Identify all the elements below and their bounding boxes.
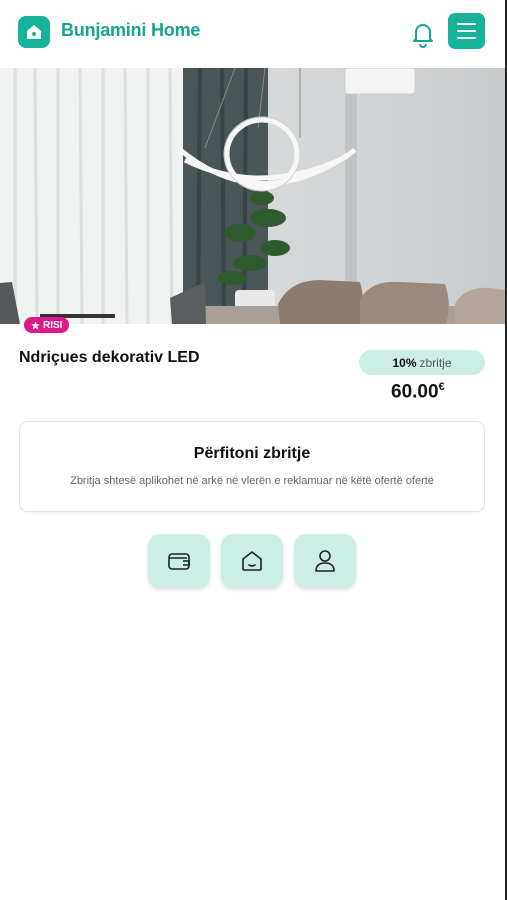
promo-title: Përfitoni zbritje [193, 445, 311, 462]
price-value: 60.00 [391, 381, 439, 403]
profile-button[interactable] [294, 534, 356, 588]
bell-icon[interactable] [410, 20, 436, 48]
promo-card: Përfitoni zbritje Zbritja shtesë aplikoh… [19, 421, 485, 512]
product-title: Ndriçues dekorativ LED [19, 349, 200, 366]
discount-label: zbritje [419, 355, 452, 370]
hamburger-menu-icon[interactable] [448, 13, 485, 49]
discount-percent: 10% [392, 355, 417, 370]
badge-new: RISI [24, 317, 70, 333]
home-logo-icon[interactable] [18, 16, 50, 48]
home-outline-icon [242, 551, 262, 571]
price-currency: € [438, 381, 445, 393]
discount-pill: 10% zbritje [359, 350, 485, 375]
wallet-icon [168, 553, 190, 570]
wallet-button[interactable] [148, 534, 210, 588]
app-header: Bunjamini Home [0, 0, 505, 66]
star-icon [31, 320, 40, 329]
product-price: 60.00€ [391, 381, 445, 403]
product-image [0, 68, 505, 324]
home-button[interactable] [221, 534, 283, 588]
user-icon [315, 550, 335, 572]
badge-label: RISI [43, 319, 63, 331]
brand-name[interactable]: Bunjamini Home [61, 20, 200, 41]
promo-text: Zbritja shtesë aplikohet në arkë në vler… [70, 475, 434, 487]
